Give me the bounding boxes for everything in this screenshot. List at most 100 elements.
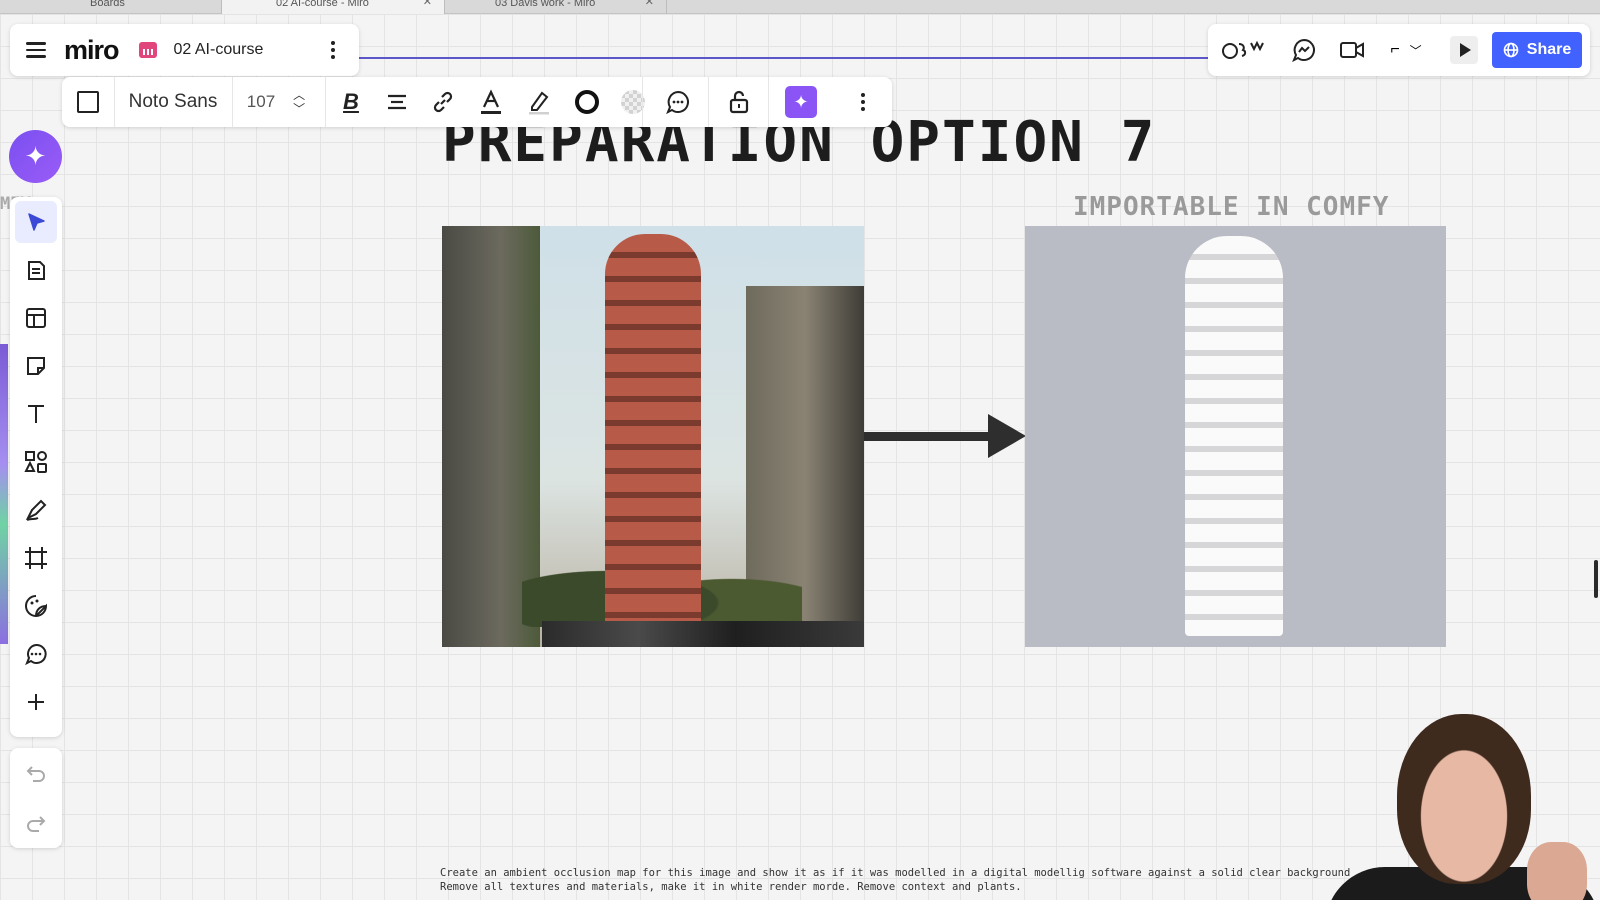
sticky-note-tool[interactable] bbox=[15, 345, 57, 387]
source-photo-image[interactable] bbox=[442, 226, 864, 647]
video-button[interactable] bbox=[1330, 24, 1374, 76]
comment-icon bbox=[25, 643, 47, 666]
video-icon bbox=[1340, 42, 1364, 58]
text-icon bbox=[28, 405, 44, 423]
redo-button[interactable] bbox=[15, 802, 57, 844]
left-toolbar bbox=[10, 197, 62, 737]
templates-tool[interactable] bbox=[15, 297, 57, 339]
templates-icon bbox=[26, 308, 46, 328]
link-icon bbox=[433, 91, 453, 113]
redo-icon bbox=[27, 816, 46, 832]
chat-button[interactable] bbox=[1282, 24, 1326, 76]
photo-cars bbox=[542, 621, 864, 647]
add-icon bbox=[28, 694, 44, 710]
highlight-button[interactable] bbox=[518, 77, 560, 127]
chat-icon bbox=[1292, 38, 1315, 63]
white-render-image[interactable] bbox=[1025, 226, 1446, 647]
board-more-icon[interactable] bbox=[331, 41, 335, 59]
bold-button[interactable]: B bbox=[330, 77, 372, 127]
highlight-icon bbox=[529, 91, 549, 115]
chevron-down-icon: ﹀ bbox=[1409, 43, 1422, 58]
board-canvas[interactable]: MEY PREPARATION OPTION 7 IMPORTABLE IN C… bbox=[0, 14, 1600, 900]
more-options-button[interactable] bbox=[842, 77, 884, 127]
comment-tool[interactable] bbox=[15, 633, 57, 675]
board-panel: miro 02 AI-course bbox=[10, 24, 359, 76]
border-icon bbox=[575, 90, 599, 114]
connector-arrow-line[interactable] bbox=[864, 432, 994, 441]
tab-boards[interactable]: Boards bbox=[0, 0, 222, 14]
miro-logo[interactable]: miro bbox=[64, 35, 120, 66]
shapes-tool[interactable] bbox=[15, 441, 57, 483]
text-tool[interactable] bbox=[15, 393, 57, 435]
prompt-text[interactable]: Create an ambient occlusion map for this… bbox=[440, 866, 1350, 894]
undo-button[interactable] bbox=[15, 752, 57, 794]
font-family-select[interactable]: Noto Sans bbox=[114, 77, 232, 127]
vertical-scrollbar[interactable] bbox=[1594, 560, 1598, 598]
prompt-line-1: Create an ambient occlusion map for this… bbox=[440, 867, 1351, 879]
lock-icon bbox=[729, 90, 749, 114]
close-icon[interactable]: ✕ bbox=[423, 0, 432, 8]
align-button[interactable] bbox=[376, 77, 418, 127]
reactions-icon bbox=[1222, 40, 1264, 59]
history-toolbar bbox=[10, 748, 62, 848]
ai-icon: ✦ bbox=[785, 86, 817, 118]
tab-ai-course[interactable]: 02 AI-course - Miro ✕ bbox=[222, 0, 445, 14]
ai-sparkle-button[interactable]: ✦ bbox=[9, 130, 62, 183]
photo-red-tower bbox=[605, 234, 701, 634]
chevron-down-icon[interactable]: ﹀ bbox=[293, 102, 305, 116]
board-icon bbox=[138, 42, 157, 58]
browser-tab-strip: Boards 02 AI-course - Miro ✕ 03 Davis wo… bbox=[0, 0, 1600, 14]
connector-arrow-head bbox=[988, 414, 1026, 458]
reactions-button[interactable] bbox=[1216, 24, 1272, 76]
font-size-field[interactable]: 107 ︿ ﹀ bbox=[232, 77, 320, 127]
doc-tool[interactable] bbox=[15, 249, 57, 291]
link-button[interactable] bbox=[422, 77, 464, 127]
text-color-button[interactable] bbox=[470, 77, 512, 127]
shapes-icon bbox=[24, 451, 47, 473]
present-icon bbox=[1450, 36, 1478, 64]
selection-guide-line bbox=[350, 57, 1210, 59]
bold-icon: B bbox=[343, 89, 359, 114]
pen-tool[interactable] bbox=[15, 489, 57, 531]
font-family-value: Noto Sans bbox=[128, 91, 218, 112]
share-button[interactable]: Share bbox=[1492, 32, 1582, 68]
more-icon bbox=[861, 93, 865, 111]
border-button[interactable] bbox=[566, 77, 608, 127]
main-menu-icon[interactable] bbox=[26, 42, 46, 58]
frame-tool[interactable] bbox=[15, 537, 57, 579]
text-format-toolbar: Noto Sans 107 ︿ ﹀ B ✦ bbox=[62, 77, 892, 127]
board-title[interactable]: 02 AI-course bbox=[174, 41, 264, 59]
prompt-line-2: Remove all textures and materials, make … bbox=[440, 881, 1022, 893]
render-white-tower bbox=[1185, 236, 1283, 636]
shape-icon bbox=[77, 91, 99, 113]
cursor-icon: ⌐ bbox=[1390, 41, 1400, 58]
webcam-person-head bbox=[1397, 714, 1531, 884]
sticker-tool[interactable] bbox=[15, 585, 57, 627]
share-label: Share bbox=[1526, 41, 1572, 58]
tab-davis-work[interactable]: 03 Davis work - Miro ✕ bbox=[445, 0, 667, 14]
comment-button[interactable] bbox=[657, 77, 699, 127]
ai-assist-button[interactable]: ✦ bbox=[780, 77, 822, 127]
fill-button[interactable] bbox=[612, 77, 654, 127]
chevron-up-icon[interactable]: ︿ bbox=[293, 88, 305, 102]
text-color-icon bbox=[481, 89, 501, 114]
globe-icon bbox=[1503, 42, 1519, 58]
align-center-icon bbox=[388, 94, 406, 110]
shape-button[interactable] bbox=[62, 77, 114, 127]
board-subheading[interactable]: IMPORTABLE IN COMFY bbox=[1073, 192, 1389, 222]
lock-button[interactable] bbox=[718, 77, 760, 127]
present-button[interactable] bbox=[1444, 24, 1484, 76]
sparkle-icon: ✦ bbox=[24, 141, 47, 171]
font-size-value: 107 bbox=[246, 92, 276, 111]
font-size-stepper[interactable]: ︿ ﹀ bbox=[293, 88, 305, 116]
offscreen-content-strip bbox=[0, 344, 8, 644]
select-tool[interactable] bbox=[15, 201, 57, 243]
add-tool[interactable] bbox=[15, 681, 57, 723]
undo-icon bbox=[26, 766, 45, 782]
cursor-options-button[interactable]: ⌐ ﹀ bbox=[1378, 24, 1434, 76]
webcam-overlay bbox=[1305, 692, 1600, 900]
pen-icon bbox=[25, 499, 47, 521]
close-icon[interactable]: ✕ bbox=[645, 0, 654, 8]
tab-label: 02 AI-course - Miro bbox=[276, 0, 369, 9]
sticker-icon bbox=[25, 595, 48, 617]
